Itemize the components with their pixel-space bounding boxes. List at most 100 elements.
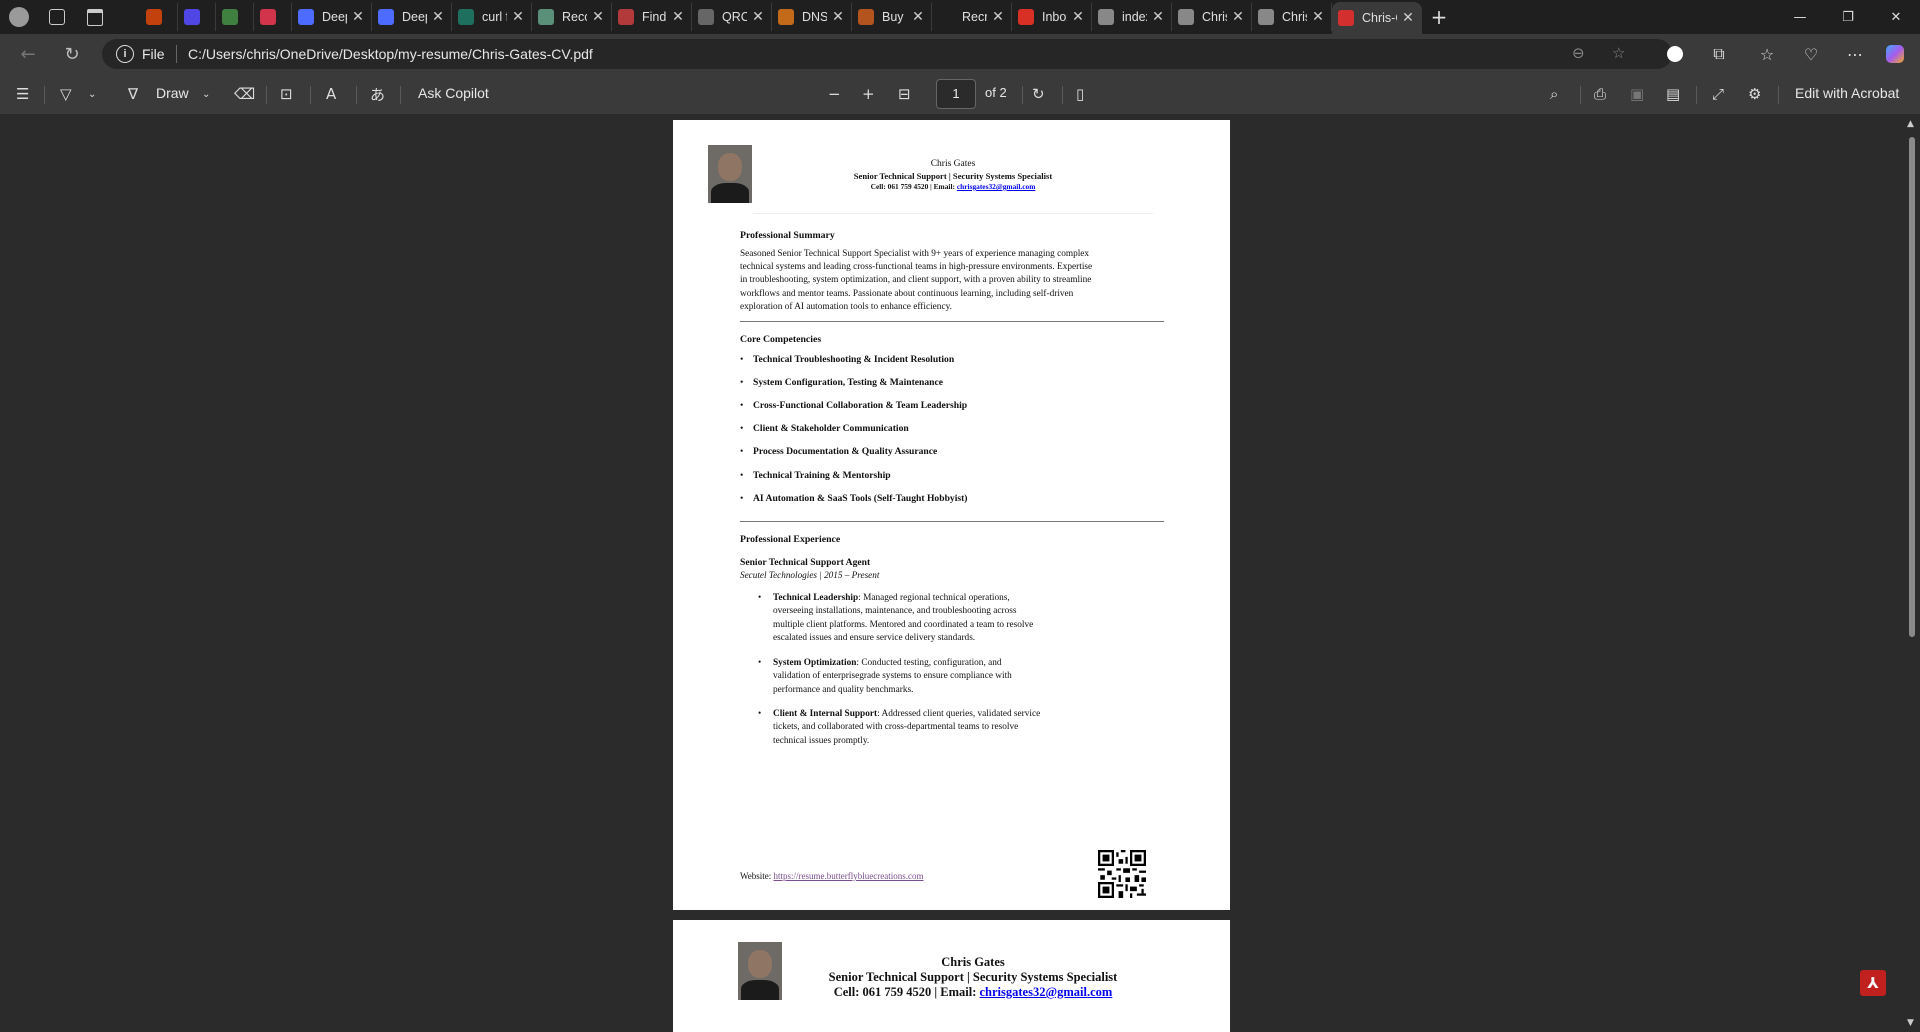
save-icon[interactable]: ▣ — [1630, 82, 1644, 106]
scrollbar-thumb[interactable] — [1909, 137, 1915, 637]
browser-tab[interactable]: DeepSe ✕ — [372, 3, 452, 31]
read-aloud-icon[interactable]: A — [326, 82, 336, 106]
pdf-settings-gear-icon[interactable]: ⚙ — [1748, 82, 1761, 106]
browser-tab[interactable]: Recom ✕ — [532, 3, 612, 31]
bullet-text: tickets, and collaborated with cross-dep… — [773, 722, 1019, 733]
close-tab-icon[interactable]: ✕ — [431, 9, 445, 25]
pdf-page-1: Chris Gates Senior Technical Support | S… — [673, 120, 1230, 910]
globe-icon — [1178, 9, 1194, 25]
highlight-icon[interactable]: ▽ — [60, 82, 72, 106]
toolbar-divider — [266, 86, 267, 104]
summary-line: technical systems and leading cross-func… — [740, 262, 1093, 273]
zoom-in-icon[interactable]: + — [862, 82, 875, 106]
close-tab-icon[interactable]: ✕ — [831, 9, 845, 25]
page-number-input[interactable]: 1 — [936, 79, 976, 109]
ask-copilot-button[interactable]: Ask Copilot — [418, 85, 489, 101]
draw-icon[interactable]: ∇ — [128, 82, 138, 106]
url-text[interactable]: C:/Users/chris/OneDrive/Desktop/my-resum… — [188, 46, 593, 62]
browser-tab[interactable] — [140, 3, 178, 31]
tab-title: Recom — [562, 10, 587, 24]
close-tab-icon[interactable]: ✕ — [991, 9, 1005, 25]
competencies-heading: Core Competencies — [740, 334, 822, 345]
browser-tab[interactable]: DNS | F ✕ — [772, 3, 852, 31]
contents-list-icon[interactable]: ☰ — [16, 82, 29, 106]
refresh-button[interactable]: ↻ — [58, 40, 86, 68]
competency-item: Process Documentation & Quality Assuranc… — [740, 446, 937, 457]
browser-tab[interactable]: index.h ✕ — [1092, 3, 1172, 31]
browser-tab[interactable]: Chris G ✕ — [1252, 3, 1332, 31]
favorite-star-icon[interactable]: ☆ — [1612, 44, 1625, 62]
close-window-button[interactable]: ✕ — [1872, 0, 1920, 34]
browser-tab[interactable]: curl for ✕ — [452, 3, 532, 31]
favorites-icon[interactable]: ☆ — [1752, 40, 1782, 68]
fit-page-icon[interactable]: ⊟ — [898, 82, 911, 106]
profile-icon[interactable] — [0, 0, 38, 34]
tab-title: QRCod — [722, 10, 747, 24]
browser-tab[interactable] — [178, 3, 216, 31]
browser-tab[interactable] — [216, 3, 254, 31]
vertical-scrollbar[interactable]: ▲ ▼ — [1904, 115, 1920, 1032]
copilot-icon[interactable] — [1880, 40, 1910, 68]
browser-tab[interactable]: Chris-G ✕ — [1332, 2, 1422, 34]
browser-tab[interactable] — [254, 3, 292, 31]
scroll-up-arrow-icon[interactable]: ▲ — [1907, 119, 1914, 129]
settings-more-icon[interactable]: ⋯ — [1840, 40, 1870, 68]
close-tab-icon[interactable]: ✕ — [1231, 9, 1245, 25]
zoom-out-icon[interactable]: − — [828, 82, 841, 106]
page-view-icon[interactable]: ▯ — [1076, 82, 1084, 106]
text-box-icon[interactable]: ⊡ — [280, 82, 293, 106]
save-as-icon[interactable]: ▤ — [1666, 82, 1680, 106]
back-button[interactable]: ← — [14, 40, 42, 68]
close-tab-icon[interactable]: ✕ — [351, 9, 365, 25]
email-link[interactable]: chrisgates32@gmail.com — [957, 182, 1036, 191]
close-tab-icon[interactable]: ✕ — [1071, 9, 1085, 25]
edit-with-acrobat-button[interactable]: Edit with Acrobat — [1795, 85, 1899, 101]
address-bar[interactable]: i File C:/Users/chris/OneDrive/Desktop/m… — [102, 39, 1672, 69]
print-icon[interactable]: ⎙ — [1594, 82, 1606, 106]
tab-title: index.h — [1122, 10, 1147, 24]
summary-line: in troubleshooting, system optimization,… — [740, 275, 1092, 286]
draw-options-chevron-icon[interactable]: ⌄ — [202, 82, 210, 106]
browser-tab[interactable]: Recruit ✕ — [932, 3, 1012, 31]
extensions-icon[interactable]: ⧉ — [1704, 40, 1734, 68]
translate-icon[interactable]: あ — [370, 82, 385, 106]
browser-tab[interactable]: Inbox (✕ — [1012, 3, 1092, 31]
workspaces-icon[interactable] — [38, 0, 76, 34]
competency-item: Cross-Functional Collaboration & Team Le… — [740, 400, 967, 411]
eraser-icon[interactable]: ⌫ — [234, 82, 255, 106]
browser-tab[interactable]: DeepSe ✕ — [292, 3, 372, 31]
browser-tab[interactable]: Chris G ✕ — [1172, 3, 1252, 31]
pdf-viewer[interactable]: Chris Gates Senior Technical Support | S… — [0, 115, 1920, 1032]
new-tab-button[interactable]: + — [1422, 0, 1456, 34]
browser-tab[interactable]: Find en ✕ — [612, 3, 692, 31]
email-link[interactable]: chrisgates32@gmail.com — [980, 985, 1113, 999]
browser-tab[interactable]: Buy a c ✕ — [852, 3, 932, 31]
scroll-down-arrow-icon[interactable]: ▼ — [1907, 1018, 1914, 1028]
close-tab-icon[interactable]: ✕ — [671, 9, 685, 25]
extension-a-icon[interactable] — [1660, 40, 1690, 68]
restore-button[interactable]: ❐ — [1824, 0, 1872, 34]
highlight-options-chevron-icon[interactable]: ⌄ — [88, 82, 96, 106]
tab-actions-icon[interactable] — [76, 0, 114, 34]
close-tab-icon[interactable]: ✕ — [1401, 10, 1415, 26]
fullscreen-icon[interactable]: ⤢ — [1712, 82, 1724, 106]
rotate-icon[interactable]: ↻ — [1032, 82, 1045, 106]
website-link[interactable]: https://resume.butterflybluecreations.co… — [774, 871, 924, 881]
minimize-button[interactable]: — — [1776, 0, 1824, 34]
search-icon[interactable]: ⌕ — [1550, 82, 1558, 106]
close-tab-icon[interactable]: ✕ — [511, 9, 525, 25]
job-title: Senior Technical Support Agent — [740, 557, 871, 568]
close-tab-icon[interactable]: ✕ — [1151, 9, 1165, 25]
competency-item: Client & Stakeholder Communication — [740, 423, 909, 434]
browser-essentials-icon[interactable]: ♡ — [1796, 40, 1826, 68]
draw-label[interactable]: Draw — [156, 85, 189, 101]
close-tab-icon[interactable]: ✕ — [911, 9, 925, 25]
browser-tab[interactable]: QRCod ✕ — [692, 3, 772, 31]
zoom-icon[interactable]: ⊖ — [1572, 44, 1585, 62]
close-tab-icon[interactable]: ✕ — [751, 9, 765, 25]
site-info-icon[interactable]: i — [116, 45, 134, 63]
acrobat-icon[interactable]: ⅄ — [1860, 970, 1886, 996]
close-tab-icon[interactable]: ✕ — [1311, 9, 1325, 25]
close-tab-icon[interactable]: ✕ — [591, 9, 605, 25]
tab-list: DeepSe✕DeepSe✕curl for✕Recom✕Find en✕QRC… — [140, 0, 1456, 34]
